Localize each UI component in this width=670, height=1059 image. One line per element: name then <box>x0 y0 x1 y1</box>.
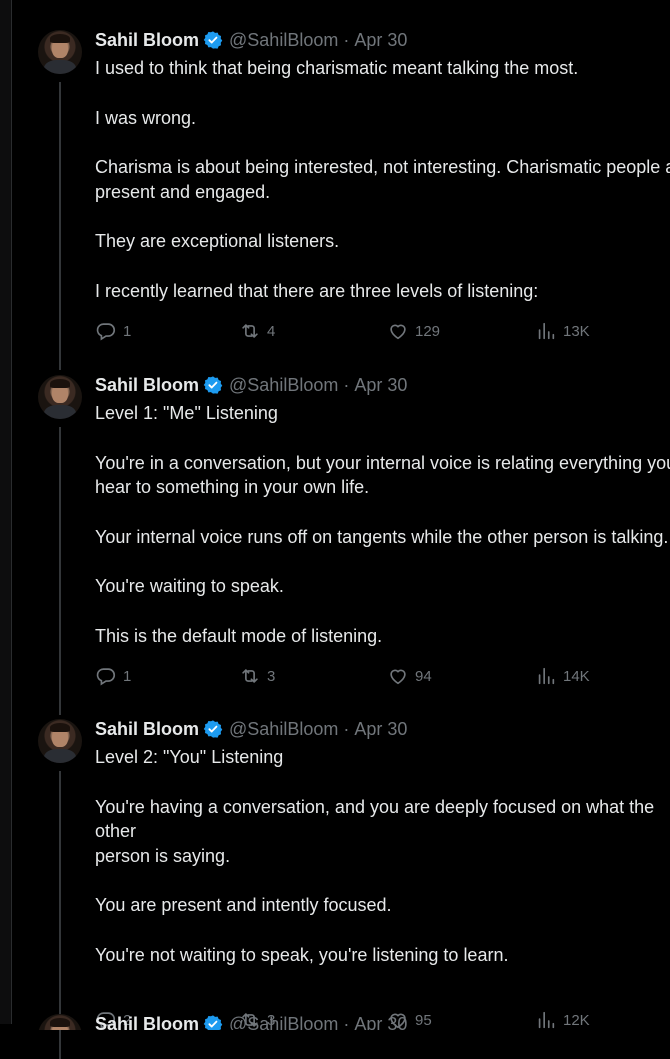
separator-dot: · <box>343 718 350 739</box>
tweet-text: Level 1: "Me" Listening You're in a conv… <box>95 401 670 673</box>
reply-button[interactable]: 1 <box>95 665 131 687</box>
author-handle[interactable]: @SahilBloom <box>229 1014 338 1031</box>
like-button[interactable]: 94 <box>387 665 432 687</box>
tweet-date[interactable]: Apr 30 <box>354 1014 407 1031</box>
heart-icon <box>390 324 406 340</box>
tweet-paragraph: They are exceptional listeners. <box>95 231 340 251</box>
retweet-button[interactable]: 3 <box>239 665 275 687</box>
tweet-header: Sahil Bloom @SahilBloom · Apr 30 <box>95 374 407 396</box>
reply-count: 1 <box>123 322 132 340</box>
separator-dot: · <box>343 374 350 395</box>
author-name[interactable]: Sahil Bloom <box>95 1014 199 1031</box>
retweet-button[interactable]: 4 <box>239 320 275 342</box>
tweet-paragraph: You're waiting to speak. <box>95 576 284 596</box>
tweet-paragraph: You are present and intently focused. <box>95 895 392 915</box>
verified-badge-icon <box>203 1015 223 1030</box>
retweet-count: 3 <box>267 667 276 685</box>
retweet-icon <box>242 324 258 338</box>
tweet-paragraph: This is the default mode of listening. <box>95 625 383 646</box>
views-button[interactable]: 13K <box>535 320 590 342</box>
tweet-date[interactable]: Apr 30 <box>354 375 407 396</box>
tweet-date[interactable]: Apr 30 <box>354 719 407 740</box>
tweet-paragraph: You're in a conversation, but your inter… <box>95 452 670 498</box>
tweet-paragraph: I recently learned that there are three … <box>95 280 539 301</box>
tweet-paragraph: I used to think that being charismatic m… <box>95 58 579 78</box>
author-name[interactable]: Sahil Bloom <box>95 719 199 740</box>
avatar[interactable] <box>38 375 82 419</box>
tweet-actions: 1 4 129 13K <box>95 320 655 342</box>
reply-button[interactable]: 1 <box>95 320 131 342</box>
retweet-count: 4 <box>267 322 276 340</box>
views-bar-chart-icon <box>538 322 555 340</box>
tweet-paragraph: Level 1: "Me" Listening <box>95 403 278 423</box>
tweet-1[interactable]: Sahil Bloom @SahilBloom · Apr 30 I used … <box>0 0 670 370</box>
like-count: 94 <box>415 667 432 685</box>
thread-connector-line <box>59 427 61 715</box>
tweet-header: Sahil Bloom @SahilBloom · Apr 30 <box>95 29 407 51</box>
reply-count: 1 <box>123 667 132 685</box>
tweet-4-partial[interactable]: Sahil Bloom @SahilBloom · Apr 30 <box>0 1000 670 1030</box>
tweet-paragraph: You're not waiting to speak, you're list… <box>95 944 509 965</box>
view-count: 14K <box>563 667 590 685</box>
tweet-date[interactable]: Apr 30 <box>354 30 407 51</box>
verified-badge-icon <box>203 31 223 49</box>
tweet-paragraph: Charisma is about being interested, not … <box>95 157 670 202</box>
views-bar-chart-icon <box>538 667 555 685</box>
avatar[interactable] <box>38 719 82 763</box>
heart-icon <box>390 669 406 685</box>
tweet-text: Level 2: "You" Listening You're having a… <box>95 745 670 992</box>
verified-badge-icon <box>203 376 223 394</box>
avatar[interactable] <box>38 1014 82 1030</box>
tweet-paragraph: Level 2: "You" Listening <box>95 747 284 767</box>
views-button[interactable]: 14K <box>535 665 590 687</box>
tweet-text: I used to think that being charismatic m… <box>95 56 670 328</box>
retweet-icon <box>242 669 258 683</box>
like-button[interactable]: 129 <box>387 320 440 342</box>
separator-dot: · <box>343 29 350 50</box>
verified-badge-icon <box>203 720 223 738</box>
tweet-paragraph: You're having a conversation, and you ar… <box>95 796 655 866</box>
tweet-3[interactable]: Sahil Bloom @SahilBloom · Apr 30 Level 2… <box>0 689 670 1059</box>
tweet-paragraph: I was wrong. <box>95 107 197 128</box>
tweet-2[interactable]: Sahil Bloom @SahilBloom · Apr 30 Level 1… <box>0 345 670 715</box>
author-name[interactable]: Sahil Bloom <box>95 30 199 51</box>
separator-dot: · <box>343 1013 350 1031</box>
reply-icon <box>96 323 116 341</box>
avatar[interactable] <box>38 30 82 74</box>
tweet-header: Sahil Bloom @SahilBloom · Apr 30 <box>95 718 407 740</box>
author-handle[interactable]: @SahilBloom <box>229 719 338 740</box>
tweet-paragraph: Your internal voice runs off on tangents… <box>95 526 669 547</box>
author-handle[interactable]: @SahilBloom <box>229 30 338 51</box>
thread-connector-line <box>59 82 61 370</box>
view-count: 13K <box>563 322 590 340</box>
like-count: 129 <box>415 322 441 340</box>
reply-icon <box>96 668 116 686</box>
tweet-header: Sahil Bloom @SahilBloom · Apr 30 <box>95 1013 407 1030</box>
tweet-actions: 1 3 94 14K <box>95 665 655 687</box>
author-name[interactable]: Sahil Bloom <box>95 375 199 396</box>
author-handle[interactable]: @SahilBloom <box>229 375 338 396</box>
